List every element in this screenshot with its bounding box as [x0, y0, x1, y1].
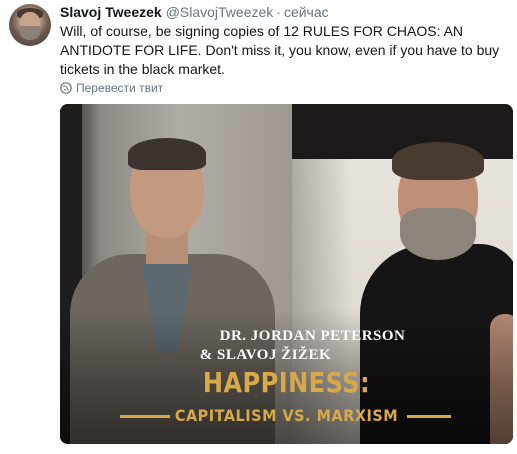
poster-title: HAPPINESS: — [202, 366, 371, 399]
tweet[interactable]: Slavoj Tweezek @SlavojTweezek · сейчас Will… — [0, 0, 517, 454]
tweet-header: Slavoj Tweezek @SlavojTweezek · сейчас — [60, 3, 329, 21]
poster-speaker-line-1: DR. JORDAN PETERSON — [219, 328, 406, 344]
translate-tweet-link[interactable]: Перевести твит — [60, 81, 163, 95]
poster-rule-right — [407, 415, 451, 418]
author-name[interactable]: Slavoj Tweezek — [60, 4, 162, 20]
person-right-hair — [392, 142, 484, 180]
avatar-beard — [20, 26, 40, 40]
poster-speaker-line-2: & SLAVOJ ŽIŽEK — [199, 347, 332, 363]
person-left-hair — [128, 138, 206, 170]
avatar[interactable] — [9, 4, 51, 46]
globe-icon — [60, 82, 72, 94]
person-right-beard — [400, 208, 476, 260]
translate-label: Перевести твит — [76, 81, 164, 95]
author-handle[interactable]: @SlavojTweezek — [166, 4, 274, 20]
tweet-text: Will, of course, be signing copies of 12… — [60, 23, 500, 77]
tweet-image[interactable]: DR. JORDAN PETERSON & SLAVOJ ŽIŽEK HAPPI… — [60, 104, 513, 444]
timestamp[interactable]: сейчас — [284, 4, 329, 20]
separator: · — [276, 4, 281, 20]
